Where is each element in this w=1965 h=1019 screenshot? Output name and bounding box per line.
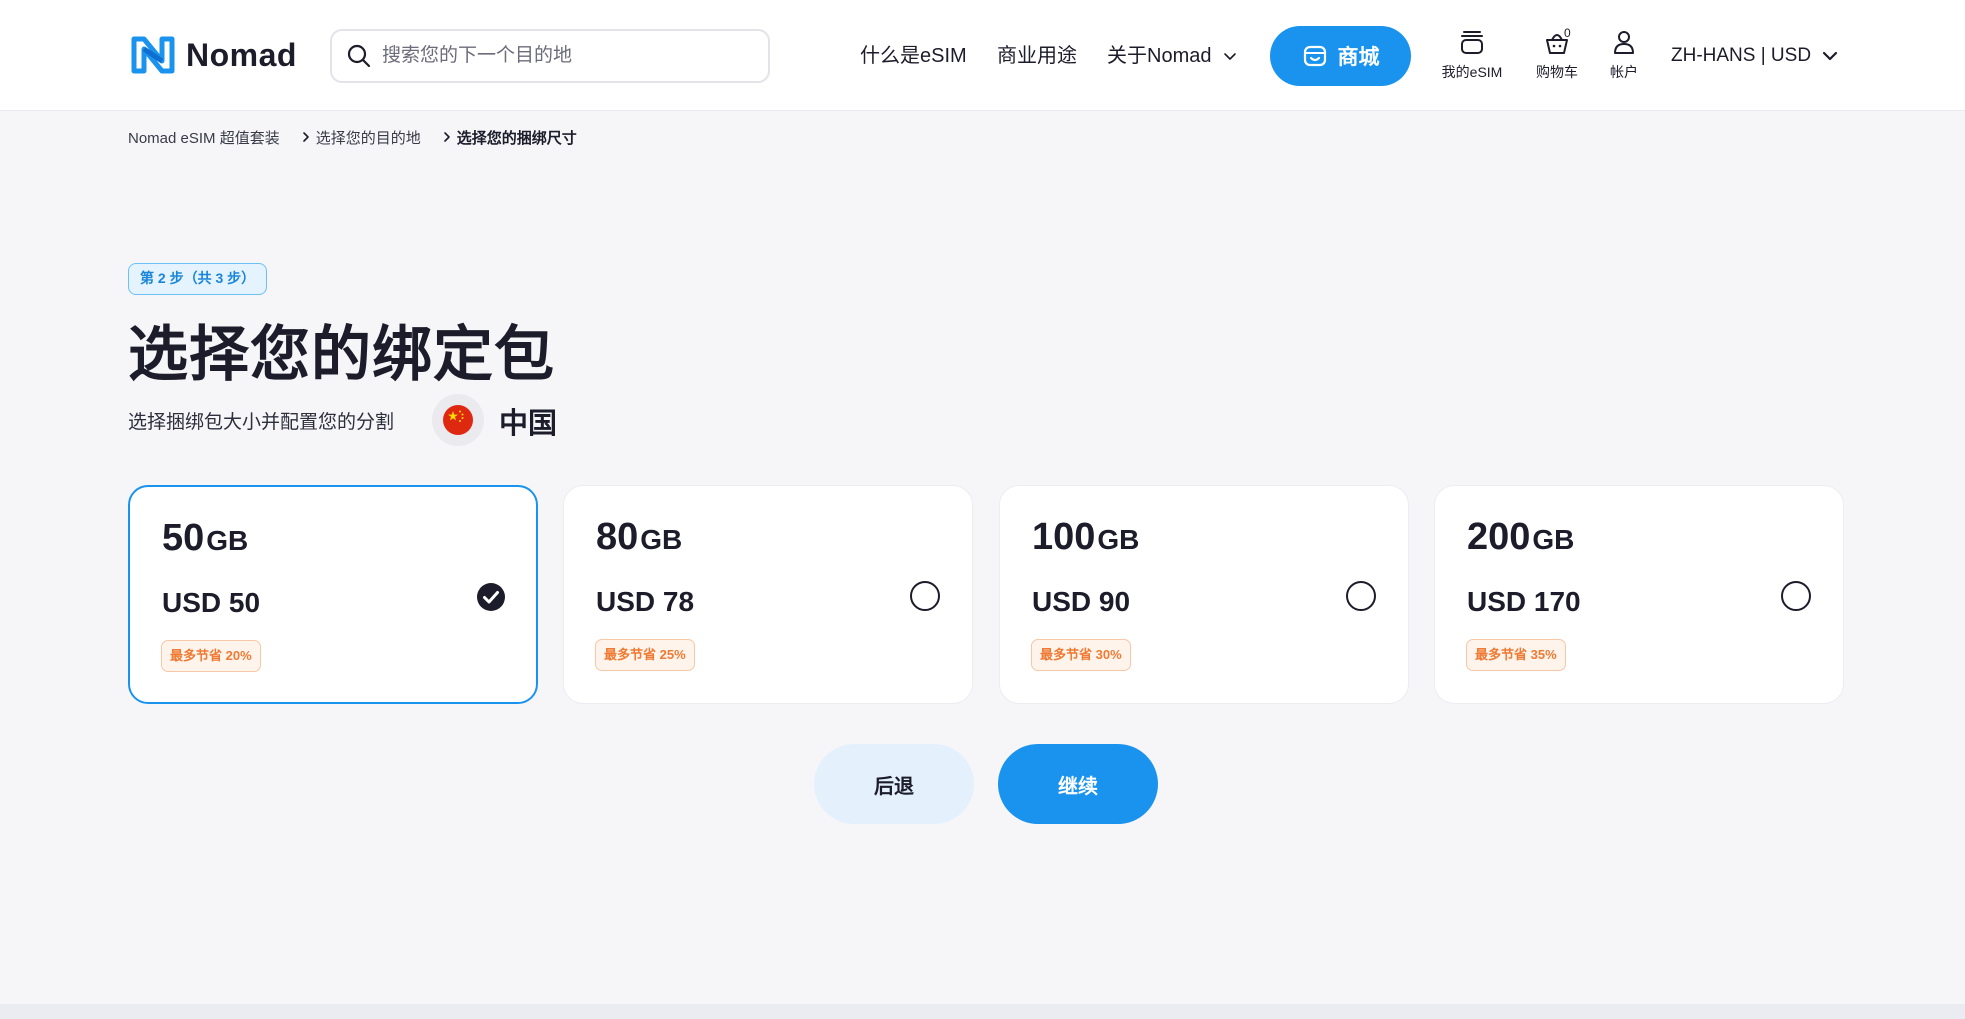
store-icon bbox=[1303, 45, 1326, 67]
plan-size: 200GB bbox=[1467, 516, 1574, 559]
plan-size: 80GB bbox=[596, 516, 682, 559]
plan-price: USD 170 bbox=[1467, 586, 1581, 617]
account-label: 帐户 bbox=[1610, 64, 1638, 80]
search-box[interactable] bbox=[330, 29, 770, 83]
unchecked-radio[interactable] bbox=[910, 581, 940, 611]
brand-logo[interactable]: Nomad bbox=[128, 33, 297, 77]
step-badge: 第 2 步（共 3 步） bbox=[128, 263, 268, 295]
shop-label: 商城 bbox=[1337, 46, 1380, 69]
breadcrumb: Nomad eSIM 超值套装 选择您的目的地 选择您的捆绑尺寸 bbox=[128, 126, 577, 148]
plan-card-80gb[interactable]: 80GB USD 78 最多节省 25% bbox=[563, 485, 973, 704]
plan-price: USD 50 bbox=[162, 587, 261, 618]
plan-size: 100GB bbox=[1032, 516, 1139, 559]
nav-business[interactable]: 商业用途 bbox=[997, 42, 1077, 70]
page-subtitle: 选择捆绑包大小并配置您的分割 bbox=[128, 412, 395, 433]
nomad-logo-icon bbox=[131, 36, 175, 74]
unchecked-radio[interactable] bbox=[1781, 581, 1811, 611]
account-link[interactable]: 帐户 bbox=[1604, 28, 1644, 88]
plan-size-unit: GB bbox=[640, 524, 683, 555]
cart-count-badge: 0 bbox=[1564, 26, 1571, 40]
chevron-down-icon[interactable] bbox=[1222, 48, 1238, 64]
plan-savings-badge: 最多节省 35% bbox=[1466, 639, 1566, 671]
plan-price: USD 90 bbox=[1032, 586, 1131, 617]
locale-selector[interactable]: ZH-HANS | USD bbox=[1671, 42, 1839, 70]
plan-size-value: 50 bbox=[162, 517, 205, 559]
checked-radio-icon[interactable] bbox=[476, 582, 506, 612]
footer-divider bbox=[0, 1004, 1965, 1019]
plan-size: 50GB bbox=[162, 517, 248, 560]
esim-stack-icon bbox=[1461, 31, 1483, 54]
plan-card-100gb[interactable]: 100GB USD 90 最多节省 30% bbox=[999, 485, 1409, 704]
locale-label: ZH-HANS | USD bbox=[1671, 45, 1812, 66]
country-name: 中国 bbox=[499, 408, 558, 440]
plan-savings-badge: 最多节省 25% bbox=[595, 639, 695, 671]
plan-price: USD 78 bbox=[596, 586, 695, 617]
plan-size-unit: GB bbox=[1532, 524, 1575, 555]
chevron-right-icon bbox=[302, 132, 309, 142]
continue-button[interactable]: 继续 bbox=[998, 744, 1158, 824]
chevron-down-icon bbox=[1822, 51, 1838, 61]
back-button[interactable]: 后退 bbox=[814, 744, 974, 824]
nav-about-nomad[interactable]: 关于Nomad bbox=[1107, 42, 1211, 70]
brand-name: Nomad bbox=[186, 36, 297, 73]
plan-size-value: 80 bbox=[596, 516, 639, 558]
plan-savings-badge: 最多节省 20% bbox=[161, 640, 261, 672]
plan-card-50gb[interactable]: 50GB USD 50 最多节省 20% bbox=[128, 485, 538, 704]
user-icon bbox=[1614, 31, 1634, 54]
plan-size-unit: GB bbox=[1097, 524, 1140, 555]
shop-button[interactable]: 商城 bbox=[1270, 26, 1411, 86]
search-icon bbox=[347, 44, 371, 68]
chevron-right-icon bbox=[443, 132, 450, 142]
my-esim-link[interactable]: 我的eSIM bbox=[1440, 28, 1504, 88]
breadcrumb-item-destination[interactable]: 选择您的目的地 bbox=[316, 127, 421, 148]
page-title: 选择您的绑定包 bbox=[128, 321, 555, 388]
plan-savings-badge: 最多节省 30% bbox=[1031, 639, 1131, 671]
china-flag-icon bbox=[443, 405, 473, 435]
cart-label: 购物车 bbox=[1536, 64, 1578, 80]
unchecked-radio[interactable] bbox=[1346, 581, 1376, 611]
site-header: Nomad 什么是eSIM 商业用途 关于Nomad 商城 我的eSIM bbox=[0, 0, 1965, 111]
breadcrumb-item-current: 选择您的捆绑尺寸 bbox=[456, 129, 577, 147]
country-flag bbox=[432, 394, 484, 446]
plan-card-200gb[interactable]: 200GB USD 170 最多节省 35% bbox=[1434, 485, 1844, 704]
nav-what-is-esim[interactable]: 什么是eSIM bbox=[860, 42, 967, 70]
plan-size-value: 100 bbox=[1032, 516, 1096, 558]
search-input[interactable] bbox=[382, 45, 742, 67]
breadcrumb-item-bundle[interactable]: Nomad eSIM 超值套装 bbox=[128, 127, 280, 148]
my-esim-label: 我的eSIM bbox=[1441, 64, 1503, 80]
plan-size-unit: GB bbox=[206, 525, 249, 556]
plan-size-value: 200 bbox=[1467, 516, 1531, 558]
cart-link[interactable]: 0 购物车 bbox=[1532, 26, 1582, 88]
